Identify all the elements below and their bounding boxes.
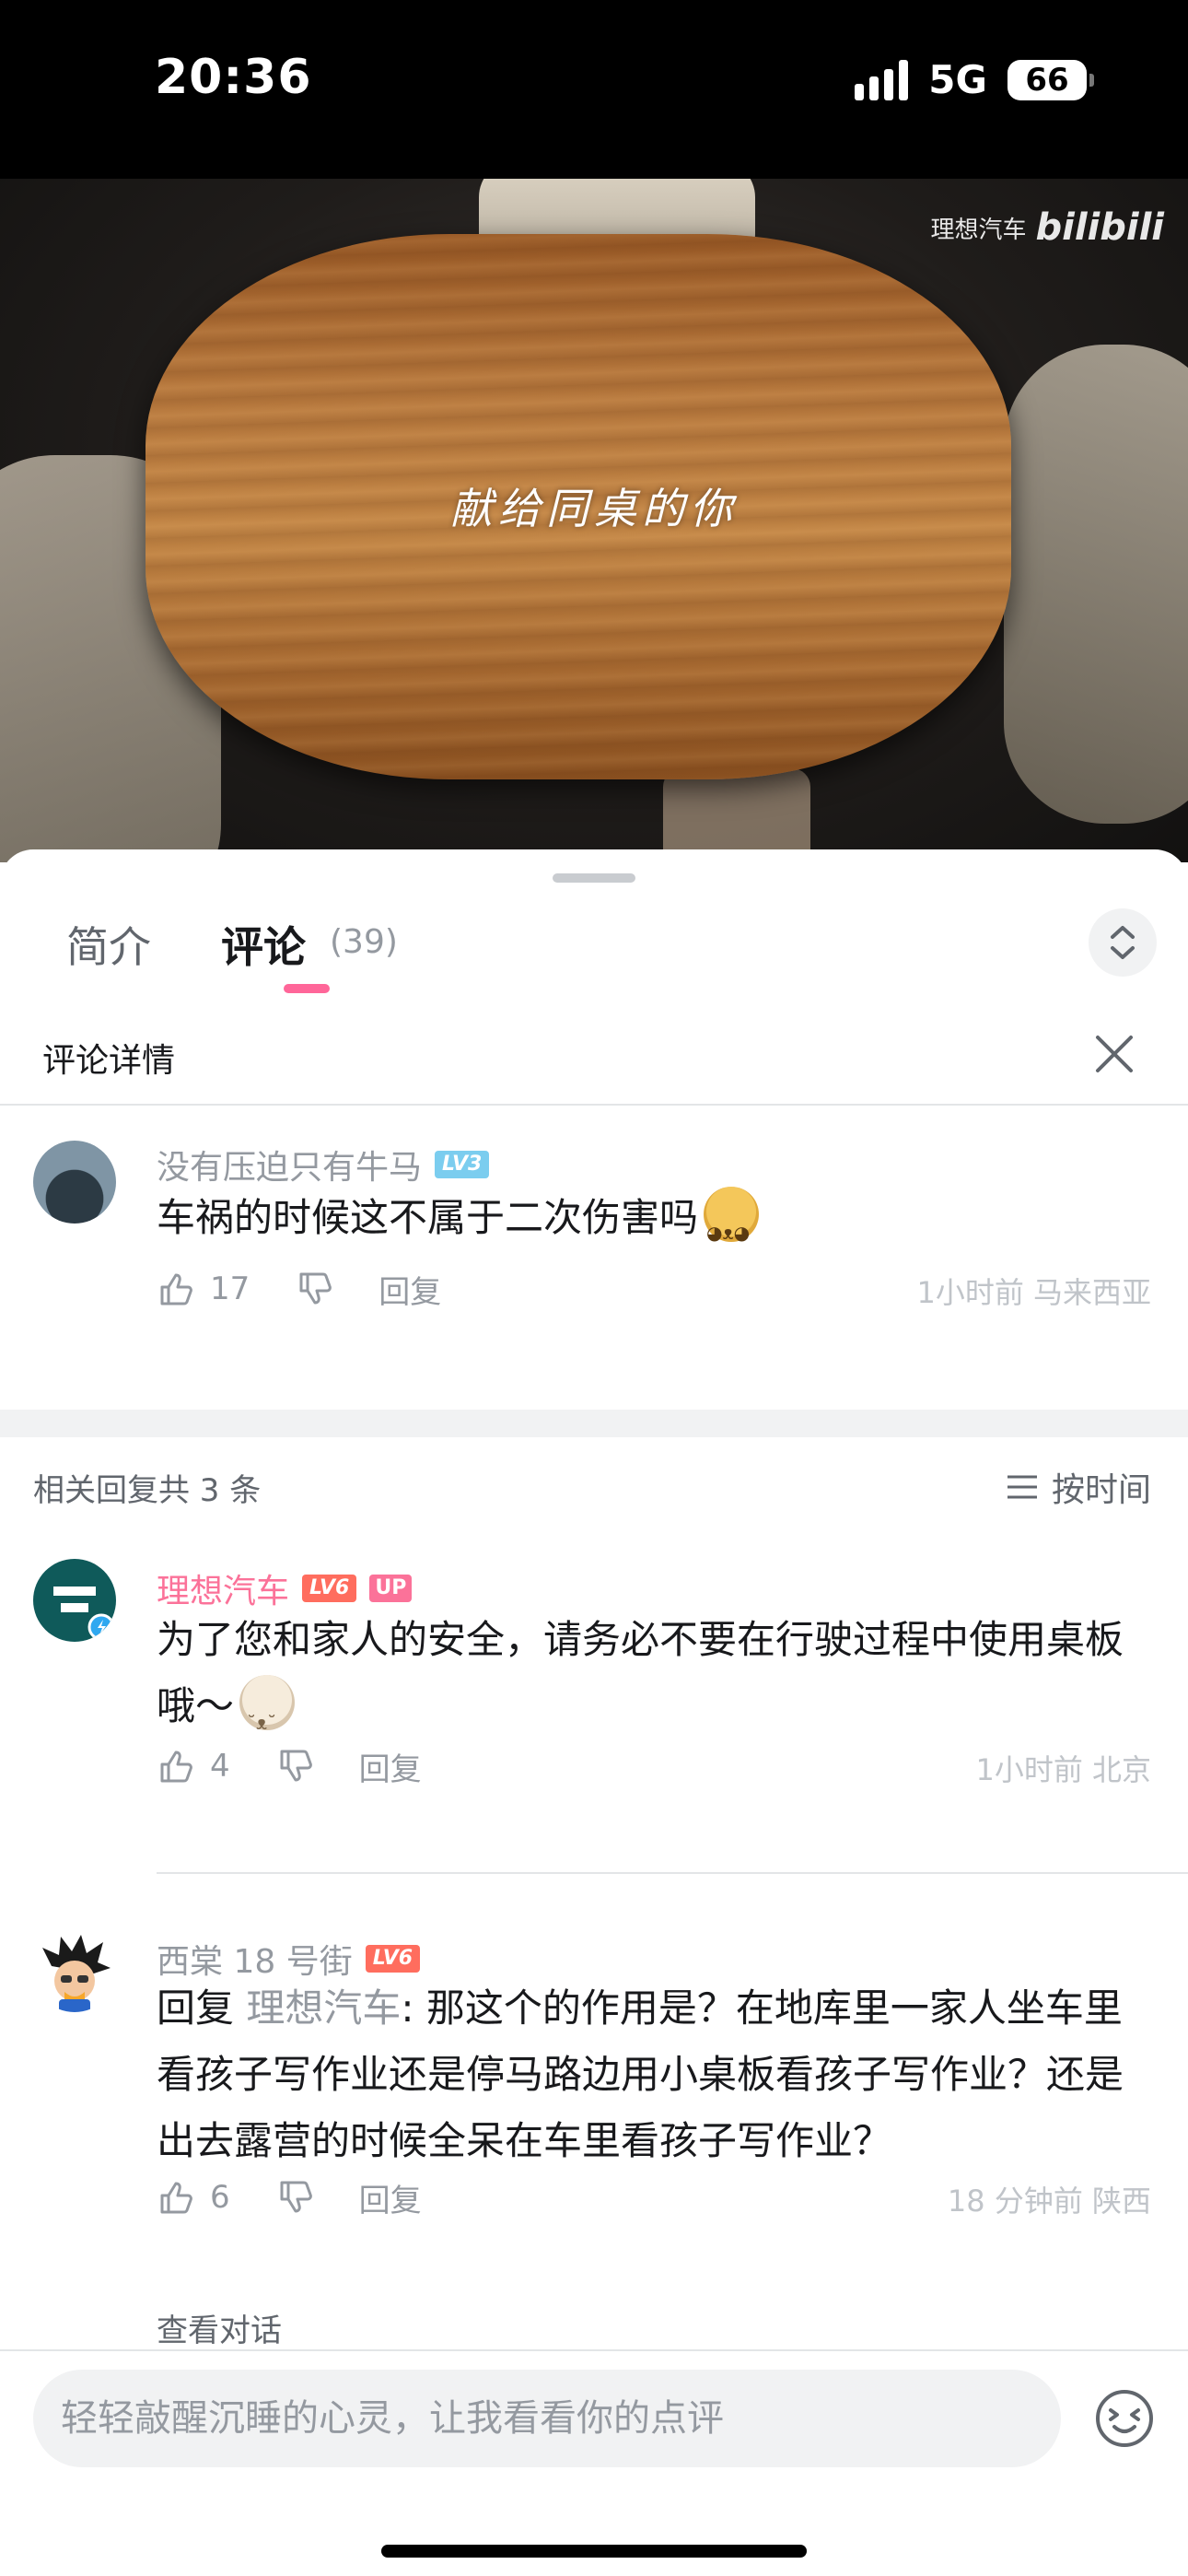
sheet-drag-handle[interactable] bbox=[553, 873, 635, 883]
tab-bar: 简介 评论 (39) bbox=[0, 914, 1188, 1006]
comment-username: 没有压迫只有牛马 LV3 bbox=[157, 1141, 490, 1188]
home-indicator bbox=[381, 2545, 807, 2558]
comment-detail-header: 评论详情 bbox=[0, 1006, 1188, 1106]
video-watermark: 理想汽车 bilibili bbox=[930, 206, 1164, 249]
root-comment: 没有压迫只有牛马 LV3 车祸的时候这不属于二次伤害吗 17 回复 1小时前 马… bbox=[0, 1106, 1188, 1336]
uploader-badge: UP bbox=[369, 1575, 413, 1602]
comment-detail-title: 评论详情 bbox=[42, 1042, 176, 1080]
comment-input-container[interactable] bbox=[33, 2370, 1061, 2467]
doge-emoji-icon bbox=[704, 1187, 760, 1266]
reply-text: 为了您和家人的安全，请务必不要在行驶过程中使用桌板哦～ bbox=[157, 1607, 1151, 1756]
username-text[interactable]: 理想汽车 bbox=[157, 1564, 289, 1612]
reply-button[interactable]: 回复 bbox=[359, 1744, 422, 1789]
comment-sheet: 简介 评论 (39) 评论详情 没有压迫只有牛马 LV3 车祸的时候这不属于二次… bbox=[0, 849, 1188, 2576]
comment-meta: 1小时前 马来西亚 bbox=[916, 1275, 1151, 1310]
tab-comments[interactable]: 评论 bbox=[221, 914, 306, 975]
status-indicators: 5G 66 bbox=[855, 57, 1094, 102]
video-player[interactable]: 献给同桌的你 理想汽车 bilibili bbox=[0, 179, 1188, 862]
reply-button[interactable]: 回复 bbox=[359, 2175, 422, 2220]
sort-label: 按时间 bbox=[1051, 1471, 1151, 1509]
thumbs-up-icon bbox=[160, 2182, 192, 2214]
thumbs-up-icon bbox=[160, 1751, 192, 1783]
reply-actions: 6 回复 bbox=[157, 2174, 422, 2220]
brand-avatar[interactable] bbox=[33, 1559, 116, 1642]
reply-actions: 4 回复 bbox=[157, 1743, 422, 1789]
network-type: 5G bbox=[928, 57, 987, 102]
status-bar: 20:36 5G 66 bbox=[0, 0, 1188, 179]
watermark-brand: 理想汽车 bbox=[930, 216, 1027, 244]
reply-button[interactable]: 回复 bbox=[379, 1267, 441, 1312]
watermark-site-logo: bilibili bbox=[1035, 206, 1164, 249]
comment-count: (39) bbox=[330, 923, 398, 961]
cellular-signal-icon bbox=[855, 59, 909, 100]
expand-collapse-button[interactable] bbox=[1089, 908, 1157, 977]
like-count: 4 bbox=[210, 1748, 230, 1785]
status-time: 20:36 bbox=[155, 50, 312, 105]
list-sort-icon bbox=[1007, 1475, 1037, 1499]
cartoon-avatar-icon bbox=[42, 1935, 111, 2012]
like-button[interactable]: 17 bbox=[157, 1269, 250, 1309]
username-text[interactable]: 没有压迫只有牛马 bbox=[157, 1141, 422, 1188]
comment-input[interactable] bbox=[61, 2370, 1028, 2467]
thumbs-up-icon bbox=[160, 1273, 192, 1306]
passenger-legs bbox=[663, 768, 810, 862]
reply-prefix: 回复 bbox=[157, 1985, 247, 2031]
thumbs-down-icon bbox=[280, 2181, 312, 2213]
level-badge: LV6 bbox=[302, 1575, 357, 1602]
reply-username: 理想汽车 LV6 UP bbox=[157, 1564, 413, 1612]
reply-item: 理想汽车 LV6 UP 为了您和家人的安全，请务必不要在行驶过程中使用桌板哦～ … bbox=[0, 1559, 1188, 1798]
view-conversation-link[interactable]: 查看对话 bbox=[157, 2305, 282, 2350]
like-count: 6 bbox=[210, 2179, 230, 2216]
dog-emoji-icon bbox=[239, 1675, 296, 1756]
section-divider bbox=[0, 1410, 1188, 1437]
avatar[interactable] bbox=[33, 1141, 116, 1224]
dislike-button[interactable] bbox=[276, 2177, 317, 2218]
li-auto-logo-icon bbox=[53, 1587, 115, 1641]
car-seat-right bbox=[1004, 345, 1188, 824]
reply-target-user[interactable]: 理想汽车 bbox=[246, 1985, 401, 2031]
reply-divider bbox=[157, 1872, 1188, 1874]
like-count: 17 bbox=[210, 1270, 250, 1307]
thumbs-down-icon bbox=[280, 1750, 312, 1782]
reply-body: 为了您和家人的安全，请务必不要在行驶过程中使用桌板哦～ bbox=[157, 1617, 1124, 1728]
reply-count-label: 相关回复共 3 条 bbox=[33, 1472, 262, 1509]
comment-actions: 17 回复 bbox=[157, 1266, 441, 1312]
tab-intro[interactable]: 简介 bbox=[66, 914, 151, 975]
comment-text: 车祸的时候这不属于二次伤害吗 bbox=[157, 1185, 1151, 1266]
emoji-picker-icon[interactable] bbox=[1094, 2388, 1155, 2449]
level-badge: LV3 bbox=[435, 1151, 490, 1178]
like-button[interactable]: 6 bbox=[157, 2177, 230, 2218]
comment-body: 车祸的时候这不属于二次伤害吗 bbox=[157, 1195, 699, 1240]
reply-meta: 18 分钟前 陕西 bbox=[947, 2184, 1151, 2219]
like-button[interactable]: 4 bbox=[157, 1746, 230, 1786]
video-caption: 献给同桌的你 bbox=[450, 484, 738, 533]
sort-by-time-button[interactable]: 按时间 bbox=[1006, 1463, 1151, 1511]
dislike-button[interactable] bbox=[276, 1746, 317, 1786]
close-icon[interactable] bbox=[1087, 1026, 1142, 1082]
reply-text: 回复 理想汽车: 那这个的作用是？在地库里一家人坐车里看孩子写作业还是停马路边用… bbox=[157, 1975, 1151, 2174]
reply-meta: 1小时前 北京 bbox=[975, 1752, 1151, 1787]
dislike-button[interactable] bbox=[296, 1269, 336, 1309]
level-badge: LV6 bbox=[365, 1945, 421, 1973]
comment-input-bar bbox=[0, 2349, 1188, 2576]
battery-level: 66 bbox=[1025, 61, 1069, 99]
avatar[interactable] bbox=[33, 1929, 116, 2012]
reply-item: 西棠 18 号街 LV6 回复 理想汽车: 那这个的作用是？在地库里一家人坐车里… bbox=[0, 1929, 1188, 2242]
chevron-up-down-icon bbox=[1111, 926, 1135, 959]
thumbs-down-icon bbox=[299, 1272, 332, 1305]
battery-icon: 66 bbox=[1007, 59, 1094, 100]
active-tab-indicator bbox=[284, 984, 330, 993]
